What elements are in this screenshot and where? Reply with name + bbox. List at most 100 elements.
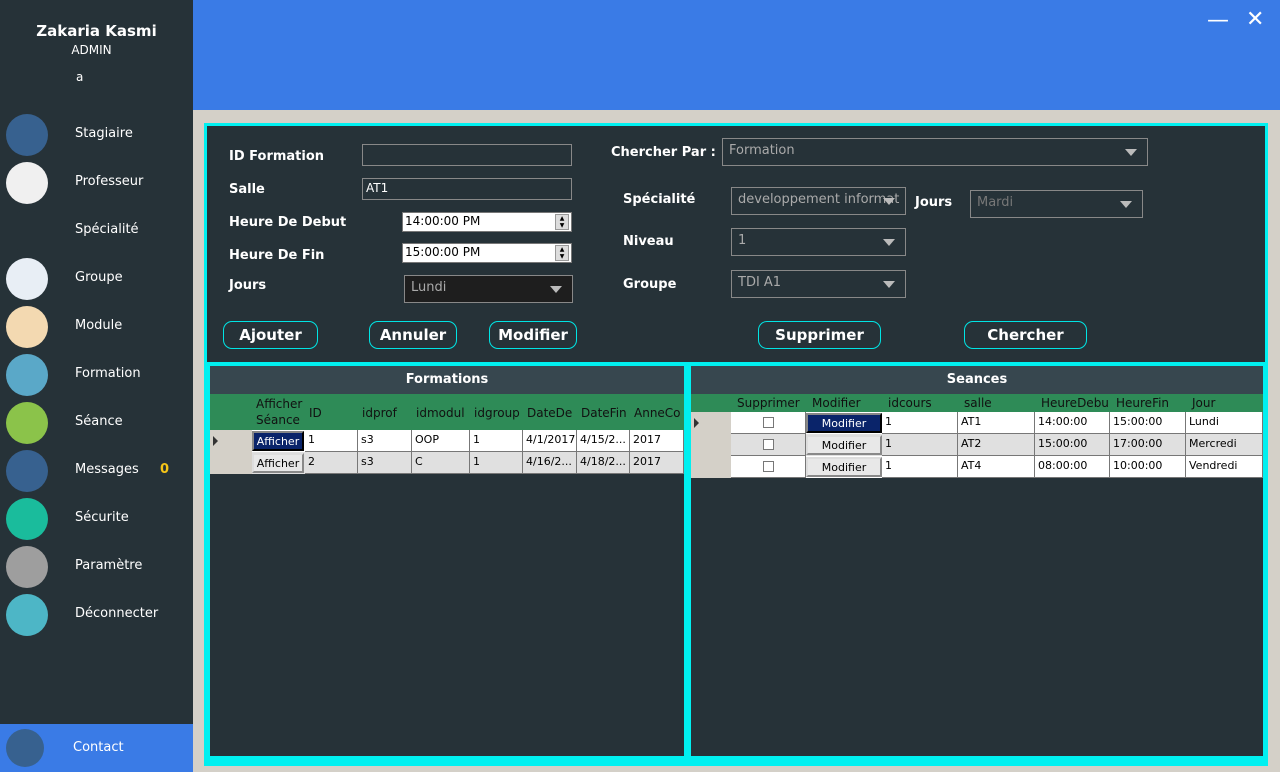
supprimer-checkbox[interactable] <box>763 461 774 472</box>
cell-fin: 15:00:00 <box>1110 412 1186 434</box>
bell-icon <box>6 450 48 492</box>
column-header[interactable]: AnneCo <box>634 406 681 420</box>
cell-anne: 2017 <box>630 430 684 452</box>
supprimer-checkbox[interactable] <box>763 439 774 450</box>
niveau-label: Niveau <box>623 234 674 249</box>
heure-debut-picker[interactable]: 14:00:00 PM ▲ ▼ <box>402 212 572 232</box>
id-formation-input[interactable] <box>362 144 572 166</box>
table-row[interactable]: Afficher 1 s3 OOP 1 4/1/2017 4/15/2... 2017 <box>213 430 684 452</box>
sidebar-item-label: Spécialité <box>75 222 139 237</box>
cell-id: 2 <box>305 452 358 474</box>
table-row[interactable]: Modifier 1 AT1 14:00:00 15:00:00 Lundi <box>694 412 1263 434</box>
column-header[interactable]: ID <box>309 406 322 420</box>
sidebar-item-parametre[interactable]: Paramètre <box>0 543 193 591</box>
chercher-button[interactable]: Chercher <box>964 321 1087 349</box>
chercher-par-select[interactable]: Formation <box>722 138 1148 166</box>
sidebar-item-seance[interactable]: Séance <box>0 399 193 447</box>
column-header[interactable]: idgroup <box>474 406 520 420</box>
niveau-select[interactable]: 1 <box>731 228 906 256</box>
afficher-button[interactable]: Afficher <box>252 453 304 473</box>
modifier-row-button[interactable]: Modifier <box>806 457 882 477</box>
column-header[interactable]: Jour <box>1192 396 1215 410</box>
column-header[interactable]: HeureFin <box>1116 396 1169 410</box>
annuler-button[interactable]: Annuler <box>369 321 457 349</box>
formations-grid[interactable]: Formations Afficher Séance ID idprof idmodu… <box>210 366 684 756</box>
seances-grid[interactable]: Seances Supprimer Modifier idcours salle Heu… <box>691 366 1263 756</box>
chevron-down-icon <box>883 239 895 246</box>
ajouter-button[interactable]: Ajouter <box>223 321 318 349</box>
cell-datefin: 4/18/2... <box>577 452 630 474</box>
chercher-par-value: Formation <box>729 143 795 158</box>
chevron-down-icon <box>883 281 895 288</box>
cell-datefin: 4/15/2... <box>577 430 630 452</box>
column-header[interactable]: DateDe <box>527 406 572 420</box>
seances-header: Supprimer Modifier idcours salle HeureDebu He… <box>691 394 1263 412</box>
sidebar-item-label: Stagiaire <box>75 126 133 141</box>
cell-datede: 4/16/2... <box>523 452 577 474</box>
chevron-down-icon <box>883 198 895 205</box>
table-row[interactable]: Afficher 2 s3 C 1 4/16/2... 4/18/2... 2017 <box>252 452 684 474</box>
modifier-button[interactable]: Modifier <box>489 321 577 349</box>
chevron-down-icon <box>550 286 562 293</box>
book-icon <box>6 354 48 396</box>
sidebar-item-specialite[interactable]: Spécialité <box>0 207 193 255</box>
gear-icon <box>6 546 48 588</box>
modifier-row-button[interactable]: Modifier <box>806 435 882 455</box>
afficher-button[interactable]: Afficher <box>252 431 304 451</box>
table-row[interactable]: Modifier 1 AT4 08:00:00 10:00:00 Vendredi <box>731 456 1263 478</box>
chevron-down-icon <box>1125 149 1137 156</box>
supprimer-checkbox[interactable] <box>763 417 774 428</box>
jours-select[interactable]: Lundi <box>404 275 573 303</box>
header-bar: — ✕ <box>193 0 1280 110</box>
cell-idgroup: 1 <box>470 452 523 474</box>
cell-jour: Lundi <box>1186 412 1263 434</box>
salle-label: Salle <box>229 182 265 197</box>
supprimer-button[interactable]: Supprimer <box>758 321 881 349</box>
sidebar-item-formation[interactable]: Formation <box>0 351 193 399</box>
sidebar-item-securite[interactable]: Sécurite <box>0 495 193 543</box>
cell-idmodul: OOP <box>412 430 470 452</box>
sidebar-item-professeur[interactable]: Professeur <box>0 159 193 207</box>
specialite-select[interactable]: developpement informat <box>731 187 906 215</box>
cell-debut: 14:00:00 <box>1035 412 1110 434</box>
sidebar-item-label: Formation <box>75 366 141 381</box>
jours2-select[interactable]: Mardi <box>970 190 1143 218</box>
user-name: Zakaria Kasmi <box>36 22 157 40</box>
chercher-par-label: Chercher Par : <box>611 145 716 160</box>
column-header[interactable]: idprof <box>362 406 397 420</box>
sidebar-item-groupe[interactable]: Groupe <box>0 255 193 303</box>
modifier-row-button[interactable]: Modifier <box>806 413 882 433</box>
sidebar-item-module[interactable]: Module <box>0 303 193 351</box>
heure-fin-picker[interactable]: 15:00:00 PM ▲ ▼ <box>402 243 572 263</box>
form-panel: ID Formation Salle AT1 Heure De Debut 14… <box>207 126 1265 362</box>
column-header[interactable]: Modifier <box>812 396 861 410</box>
minimize-button[interactable]: — <box>1207 8 1229 33</box>
specialite-value: developpement informat <box>738 192 900 207</box>
column-header[interactable]: salle <box>964 396 992 410</box>
spinner-icon[interactable]: ▲ ▼ <box>555 214 569 230</box>
column-header[interactable]: HeureDebu <box>1041 396 1109 410</box>
cell-idcours: 1 <box>882 456 958 478</box>
cell-debut: 15:00:00 <box>1035 434 1110 456</box>
user-extra: a <box>76 70 84 84</box>
column-header[interactable]: DateFin <box>581 406 627 420</box>
sidebar-item-deconnecter[interactable]: Déconnecter <box>0 591 193 639</box>
salle-input[interactable]: AT1 <box>362 178 572 200</box>
column-header[interactable]: idmodul <box>416 406 465 420</box>
cell-salle: AT4 <box>958 456 1035 478</box>
column-header[interactable]: Supprimer <box>737 396 800 410</box>
spinner-icon[interactable]: ▲ ▼ <box>555 245 569 261</box>
specialite-label: Spécialité <box>623 192 696 207</box>
heure-fin-label: Heure De Fin <box>229 248 325 263</box>
contact-button[interactable]: Contact <box>0 724 193 772</box>
table-row[interactable]: Modifier 1 AT2 15:00:00 17:00:00 Mercredi <box>731 434 1263 456</box>
column-header[interactable]: idcours <box>888 396 932 410</box>
sidebar-item-messages[interactable]: Messages 0 <box>0 447 193 495</box>
sidebar-item-stagiaire[interactable]: Stagiaire <box>0 111 193 159</box>
network-icon <box>6 210 48 252</box>
jours-value: Lundi <box>411 280 447 295</box>
groupe-select[interactable]: TDI A1 <box>731 270 906 298</box>
column-header[interactable]: Afficher Séance <box>256 396 308 428</box>
close-button[interactable]: ✕ <box>1246 7 1264 32</box>
shield-icon <box>6 498 48 540</box>
